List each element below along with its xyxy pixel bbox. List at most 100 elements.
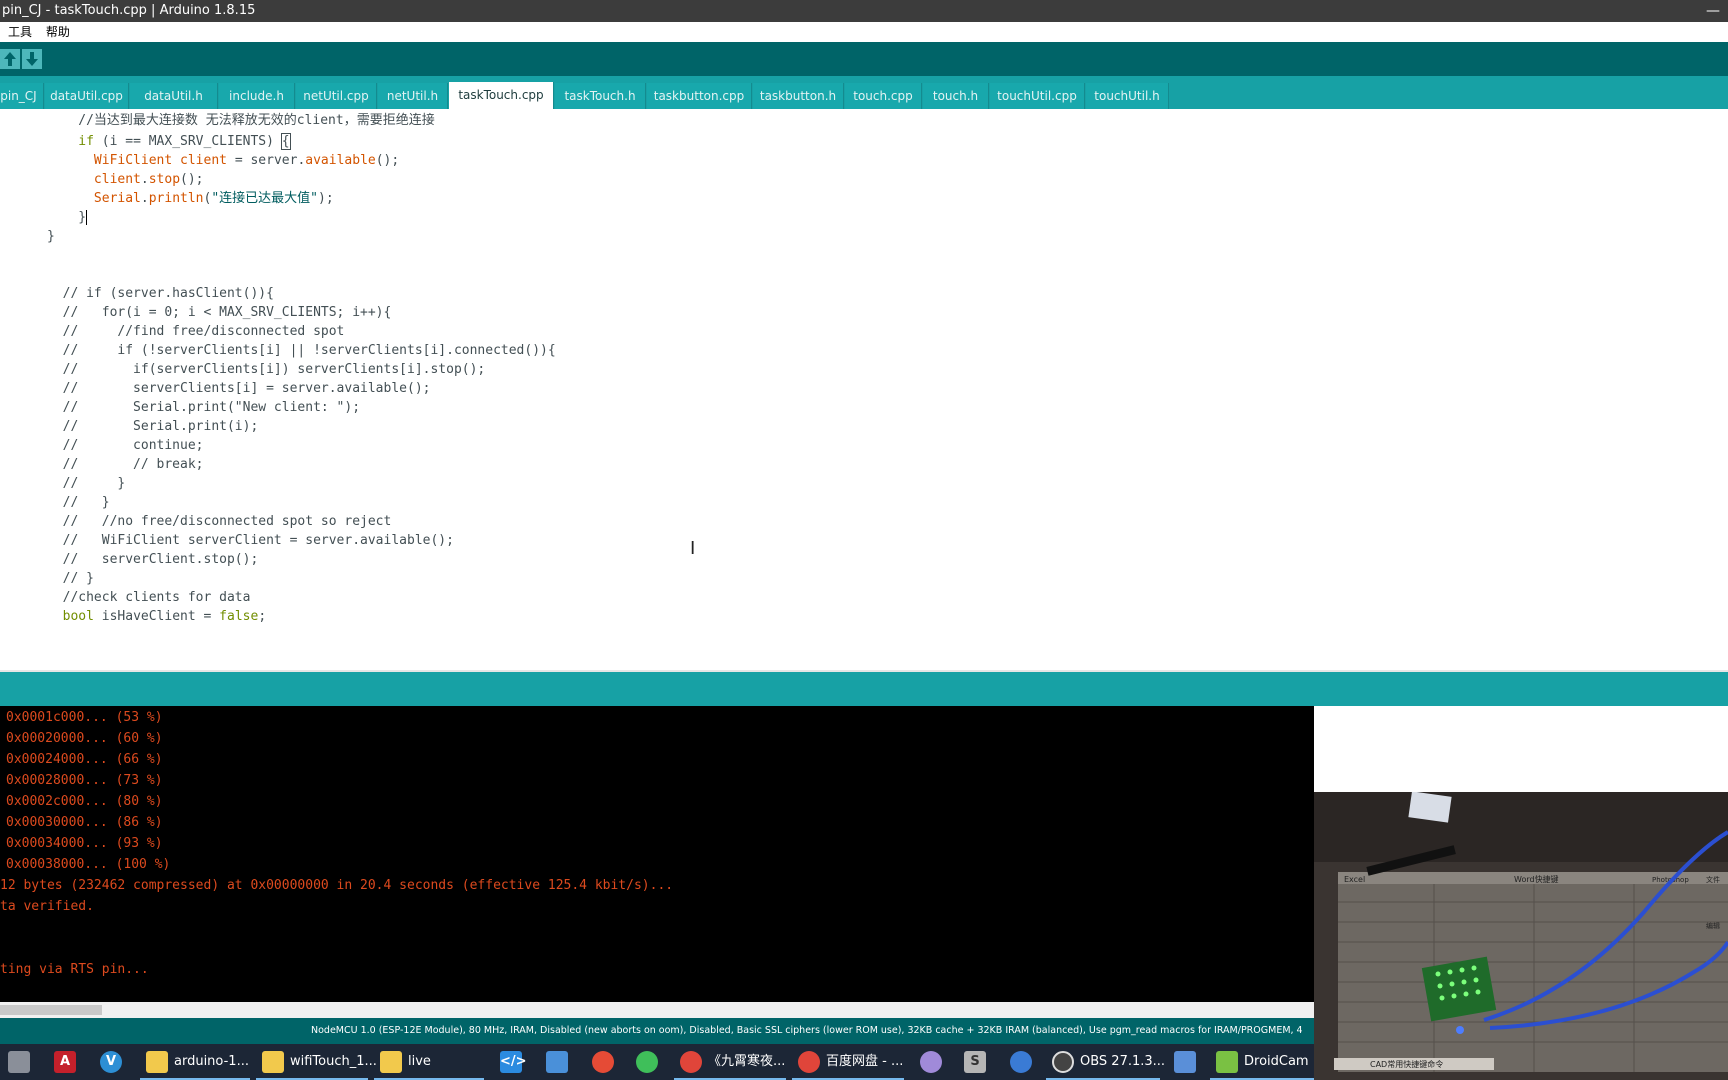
taskbar-label: 百度网盘 - ...: [826, 1054, 904, 1069]
taskbar-location[interactable]: [1010, 1048, 1038, 1076]
arrow-up-icon: [4, 52, 16, 66]
tab-include-h[interactable]: include.h: [219, 83, 295, 109]
code-line: //check clients for data: [0, 590, 251, 605]
taskbar-app-v[interactable]: V: [100, 1048, 128, 1076]
console-output: 0x0001c000... (53 %) 0x00020000... (60 %…: [0, 706, 1314, 1002]
console-line: 12 bytes (232462 compressed) at 0x000000…: [0, 878, 674, 893]
code-line: // serverClients[i] = server.available()…: [0, 381, 431, 396]
console-line: 0x00028000... (73 %): [6, 773, 163, 788]
code-line: // continue;: [0, 438, 204, 453]
app-window-icon: [546, 1050, 568, 1073]
taskbar-chrome-1[interactable]: 《九霄寒夜...: [680, 1048, 785, 1076]
console-line: 0x0001c000... (53 %): [6, 710, 163, 725]
code-line: // if(serverClients[i]) serverClients[i]…: [0, 362, 486, 377]
taskbar-label: arduino-1...: [174, 1054, 249, 1069]
taskbar-label: wifiTouch_1...: [290, 1054, 377, 1069]
code-line: // WiFiClient serverClient = server.avai…: [0, 533, 454, 548]
save-sketch-button[interactable]: [22, 49, 42, 69]
minimize-button[interactable]: —: [1706, 0, 1720, 22]
taskbar-folder-live[interactable]: live: [380, 1048, 431, 1076]
open-sketch-button[interactable]: [0, 49, 20, 69]
taskbar-obs[interactable]: OBS 27.1.3...: [1052, 1048, 1165, 1076]
menu-item-tools[interactable]: 工具: [8, 25, 32, 39]
code-line: // if (server.hasClient()){: [0, 286, 274, 301]
code-editor[interactable]: //当达到最大连接数 无法释放无效的client，需要拒绝连接 if (i ==…: [0, 109, 1728, 670]
taskbar-vscode[interactable]: </>: [500, 1048, 528, 1076]
code-line: WiFiClient client = server.available();: [93, 153, 400, 168]
text-cursor-icon: I: [690, 538, 696, 559]
menu-bar: 工具 帮助: [0, 22, 1728, 42]
windows-taskbar: A V arduino-1... wifiTouch_1... live </>…: [0, 1044, 1330, 1080]
tab-netutil-h[interactable]: netUtil.h: [378, 83, 448, 109]
window-titlebar: pin_CJ - taskTouch.cpp | Arduino 1.8.15 …: [0, 0, 1728, 22]
console-line: 0x00034000... (93 %): [6, 836, 163, 851]
console-line: 0x00024000... (66 %): [6, 752, 163, 767]
tab-touch-h[interactable]: touch.h: [923, 83, 989, 109]
tab-datautil-h[interactable]: dataUtil.h: [130, 83, 218, 109]
taskbar-app-window[interactable]: [546, 1048, 574, 1076]
app-icon: [8, 1050, 30, 1073]
tab-datautil-cpp[interactable]: dataUtil.cpp: [45, 83, 129, 109]
taskbar-qq[interactable]: [592, 1048, 620, 1076]
taskbar-autocad[interactable]: A: [54, 1048, 82, 1076]
webcam-card-left: Excel: [1344, 875, 1365, 884]
code-line: // serverClient.stop();: [0, 552, 259, 567]
folder-icon: [380, 1050, 402, 1073]
code-line: // }: [0, 476, 126, 491]
console-line: ta verified.: [0, 899, 94, 914]
remote-desktop-icon: [1174, 1050, 1196, 1073]
taskbar-app-0[interactable]: [8, 1048, 36, 1076]
arrow-down-icon: [26, 52, 38, 66]
taskbar-folder-wifitouch[interactable]: wifiTouch_1...: [262, 1048, 377, 1076]
webcam-overlay: Word快捷键 Excel Photoshop 文件 编辑 CAD常用快捷键命令: [1314, 792, 1728, 1080]
tab-netutil-cpp[interactable]: netUtil.cpp: [296, 83, 377, 109]
autocad-icon: A: [54, 1050, 76, 1073]
menu-item-help[interactable]: 帮助: [46, 25, 70, 39]
taskbar-remote-desktop[interactable]: [1174, 1048, 1202, 1076]
tab-taskbutton-h[interactable]: taskbutton.h: [753, 83, 844, 109]
tab-pin-cj[interactable]: pin_CJ: [0, 83, 44, 109]
console-line: 0x00030000... (86 %): [6, 815, 163, 830]
tab-tasktouch-h[interactable]: taskTouch.h: [555, 83, 646, 109]
taskbar-chrome-2[interactable]: 百度网盘 - ...: [798, 1048, 903, 1076]
taskbar-droidcam[interactable]: DroidCam ...: [1216, 1048, 1325, 1076]
webcam-card-far: 文件: [1706, 875, 1720, 884]
tab-touchutil-cpp[interactable]: touchUtil.cpp: [990, 83, 1085, 109]
qq-icon: [592, 1050, 614, 1073]
code-line: client.stop();: [93, 172, 204, 187]
console-line: 0x00038000... (100 %): [6, 857, 171, 872]
taskbar-github[interactable]: [920, 1048, 948, 1076]
file-tabs: pin_CJ dataUtil.cpp dataUtil.h include.h…: [0, 76, 1728, 109]
board-status: NodeMCU 1.0 (ESP-12E Module), 80 MHz, IR…: [0, 1018, 1314, 1044]
console-line: ting via RTS pin...: [0, 962, 149, 977]
chrome-icon: [680, 1050, 702, 1073]
code-line: }: [0, 229, 55, 244]
tab-touch-cpp[interactable]: touch.cpp: [845, 83, 922, 109]
code-line: // Serial.print("New client: ");: [0, 400, 361, 415]
tab-touchutil-h[interactable]: touchUtil.h: [1086, 83, 1169, 109]
taskbar-label: DroidCam ...: [1244, 1054, 1326, 1069]
code-line: // }: [0, 571, 94, 586]
code-line: if (i == MAX_SRV_CLIENTS) {: [78, 133, 291, 150]
webcam-feed-image: Word快捷键 Excel Photoshop 文件 编辑 CAD常用快捷键命令: [1314, 792, 1728, 1080]
window-title: pin_CJ - taskTouch.cpp | Arduino 1.8.15: [2, 3, 256, 18]
github-icon: [920, 1050, 942, 1073]
tab-taskbutton-cpp[interactable]: taskbutton.cpp: [647, 83, 752, 109]
code-line: // //find free/disconnected spot: [0, 324, 345, 339]
taskbar-wechat[interactable]: [636, 1048, 664, 1076]
webcam-sheet-header: Word快捷键: [1514, 874, 1559, 884]
wechat-icon: [636, 1050, 658, 1073]
taskbar-app-s[interactable]: S: [964, 1048, 992, 1076]
taskbar-folder-arduino[interactable]: arduino-1...: [146, 1048, 249, 1076]
code-line: // }: [0, 495, 110, 510]
console-horizontal-scrollbar[interactable]: [0, 1002, 1314, 1018]
toolbar: [0, 42, 1728, 76]
scrollbar-thumb[interactable]: [0, 1005, 102, 1015]
tab-tasktouch-cpp[interactable]: taskTouch.cpp: [449, 82, 554, 109]
taskbar-label: OBS 27.1.3...: [1080, 1054, 1166, 1069]
code-line: // //no free/disconnected spot so reject: [0, 514, 392, 529]
folder-icon: [262, 1050, 284, 1073]
code-line: }: [0, 210, 88, 225]
code-line: // // break;: [0, 457, 204, 472]
code-line: //当达到最大连接数 无法释放无效的client，需要拒绝连接: [0, 113, 435, 128]
